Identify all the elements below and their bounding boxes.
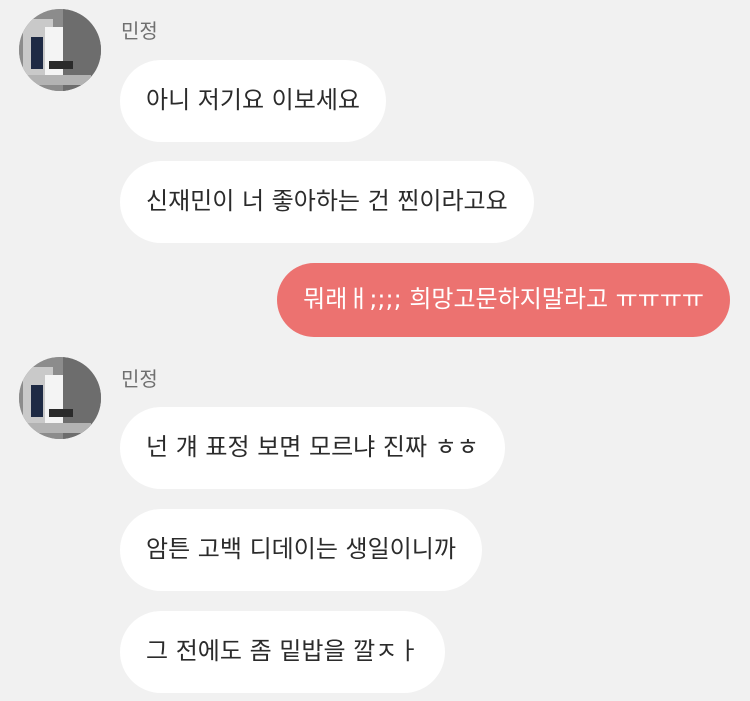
incoming-message[interactable]: 암튼 고백 디데이는 생일이니까 xyxy=(120,509,482,591)
outgoing-message[interactable]: 뭐래ㅐ;;;; 희망고문하지말라고 ㅠㅠㅠㅠ xyxy=(277,263,730,337)
sender-name: 민정 xyxy=(121,367,158,391)
sender-name: 민정 xyxy=(121,19,158,43)
incoming-message[interactable]: 넌 걔 표정 보면 모르냐 진짜 ㅎㅎ xyxy=(120,407,505,489)
incoming-message[interactable]: 신재민이 너 좋아하는 건 찐이라고요 xyxy=(120,161,534,243)
incoming-message[interactable]: 아니 저기요 이보세요 xyxy=(120,60,386,142)
sender-avatar[interactable] xyxy=(19,9,101,91)
profile-photo-icon xyxy=(19,357,101,439)
incoming-message[interactable]: 그 전에도 좀 밑밥을 깔ㅈㅏ xyxy=(120,611,446,693)
profile-photo-icon xyxy=(19,9,101,91)
sender-avatar[interactable] xyxy=(19,357,101,439)
